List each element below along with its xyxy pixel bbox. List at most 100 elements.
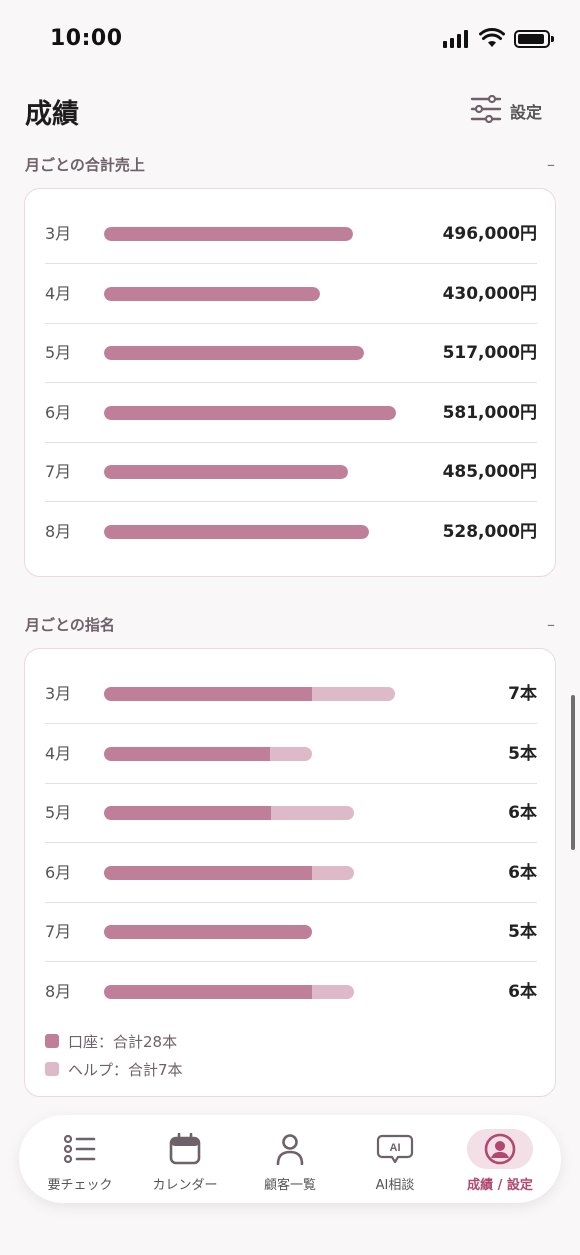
nominations-row: 6月 6本	[45, 843, 537, 903]
help-bar	[104, 984, 354, 999]
sales-bar	[104, 465, 348, 479]
tab-calendar-label: カレンダー	[152, 1178, 218, 1193]
sales-bar	[104, 227, 353, 241]
nominations-value: 6本	[508, 862, 537, 883]
nominations-row: 3月 7本	[45, 664, 537, 724]
person-icon	[257, 1129, 323, 1169]
nominations-row: 7月 5本	[45, 902, 537, 962]
sales-section-title: 月ごとの合計売上	[25, 156, 145, 174]
sales-bar	[104, 524, 369, 539]
sales-bar	[104, 405, 396, 420]
sales-bar	[104, 286, 320, 301]
wifi-icon	[479, 28, 505, 52]
nominations-row: 8月 6本	[45, 962, 537, 1022]
help-bar	[104, 746, 312, 761]
sales-bar-track	[104, 286, 320, 301]
sales-value: 517,000円	[442, 343, 537, 363]
scrollbar[interactable]	[571, 695, 575, 850]
nominations-section-title: 月ごとの指名	[25, 616, 115, 634]
tab-check[interactable]: 要チェック	[26, 1115, 134, 1203]
help-bar	[104, 687, 395, 701]
nominations-month-label: 3月	[45, 684, 72, 703]
sales-value: 496,000円	[442, 224, 537, 244]
tab-customers[interactable]: 顧客一覧	[236, 1115, 344, 1203]
tab-performance-settings[interactable]: 成績 / 設定	[446, 1115, 554, 1203]
account-bar	[104, 925, 312, 939]
profile-icon	[467, 1129, 533, 1169]
sales-row: 3月 496,000円	[45, 204, 537, 264]
tab-ai-label: AI相談	[375, 1178, 415, 1193]
sales-row: 6月 581,000円	[45, 383, 537, 443]
nominations-month-label: 5月	[45, 803, 72, 822]
tab-calendar[interactable]: カレンダー	[131, 1115, 239, 1203]
sales-bar-track	[104, 524, 369, 539]
account-bar	[104, 687, 312, 701]
sales-row: 4月 430,000円	[45, 264, 537, 324]
legend-swatch	[45, 1034, 59, 1048]
battery-icon	[514, 30, 554, 48]
tab-check-label: 要チェック	[47, 1178, 113, 1193]
account-bar	[104, 746, 271, 761]
tab-ai[interactable]: AI AI相談	[341, 1115, 449, 1203]
sales-month-label: 3月	[45, 224, 72, 243]
calendar-icon	[152, 1129, 218, 1169]
settings-label: 設定	[510, 103, 543, 122]
legend-item: ヘルプ：合計7本	[45, 1055, 183, 1083]
sales-row: 8月 528,000円	[45, 502, 537, 562]
sales-value: 430,000円	[442, 283, 537, 304]
help-bar	[104, 865, 354, 880]
nominations-row: 5月 6本	[45, 783, 537, 843]
sales-value: 528,000円	[442, 521, 537, 542]
sales-bar-track	[104, 346, 364, 360]
status-bar: 10:00	[0, 0, 580, 80]
sales-month-label: 8月	[45, 521, 72, 541]
legend-item: 口座：合計28本	[45, 1027, 183, 1055]
nominations-section-header: 月ごとの指名 –	[25, 614, 555, 635]
nominations-collapse-button[interactable]: –	[547, 615, 555, 634]
account-bar	[104, 865, 313, 880]
nominations-value: 5本	[508, 743, 537, 764]
status-time: 10:00	[50, 26, 123, 51]
sliders-icon	[470, 94, 502, 127]
nominations-row: 4月 5本	[45, 724, 537, 784]
account-bar	[104, 984, 313, 999]
sales-bar-track	[104, 405, 396, 420]
nominations-value: 6本	[508, 981, 537, 1002]
tab-performance-settings-label: 成績 / 設定	[467, 1178, 533, 1193]
sales-month-label: 7月	[45, 462, 72, 481]
nominations-month-label: 6月	[45, 862, 72, 882]
ai-chat-icon: AI	[362, 1129, 428, 1169]
sales-bar	[104, 346, 364, 360]
sales-row: 7月 485,000円	[45, 442, 537, 502]
legend-swatch	[45, 1062, 59, 1076]
legend-label: 口座：合計28本	[68, 1032, 178, 1051]
account-bar	[104, 806, 271, 820]
settings-button[interactable]: 設定	[470, 94, 543, 127]
sales-bar-track	[104, 227, 353, 241]
nominations-month-label: 7月	[45, 922, 72, 941]
checklist-icon	[47, 1129, 113, 1169]
sales-collapse-button[interactable]: –	[547, 155, 555, 174]
sales-section-header: 月ごとの合計売上 –	[25, 154, 555, 175]
help-bar	[104, 806, 354, 820]
nominations-card: 口座：合計28本 ヘルプ：合計7本 3月 7本 4月 5本 5月 6本 6月 6本 7月 5本 8月 6…	[24, 648, 556, 1097]
sales-row: 5月 517,000円	[45, 323, 537, 383]
sales-value: 581,000円	[442, 402, 537, 423]
nominations-value: 6本	[508, 803, 537, 823]
page-title: 成績	[25, 99, 79, 130]
nominations-month-label: 4月	[45, 743, 72, 763]
nominations-legend: 口座：合計28本 ヘルプ：合計7本	[45, 1027, 183, 1083]
nominations-month-label: 8月	[45, 981, 72, 1001]
sales-bar-track	[104, 465, 348, 479]
sales-card: 3月 496,000円 4月 430,000円 5月 517,000円 6月 581,000円…	[24, 188, 556, 577]
nominations-value: 5本	[508, 922, 537, 942]
sales-month-label: 6月	[45, 402, 72, 422]
legend-label: ヘルプ：合計7本	[68, 1060, 183, 1079]
help-bar	[104, 925, 312, 939]
nominations-value: 7本	[508, 684, 537, 704]
bottom-tab-bar: 要チェック カレンダー 顧客一覧 AI AI相談 成績 / 設定	[19, 1115, 561, 1203]
tab-customers-label: 顧客一覧	[263, 1178, 316, 1193]
sales-month-label: 5月	[45, 343, 72, 362]
svg-text:AI: AI	[390, 1142, 401, 1154]
cellular-signal-icon	[443, 30, 468, 48]
